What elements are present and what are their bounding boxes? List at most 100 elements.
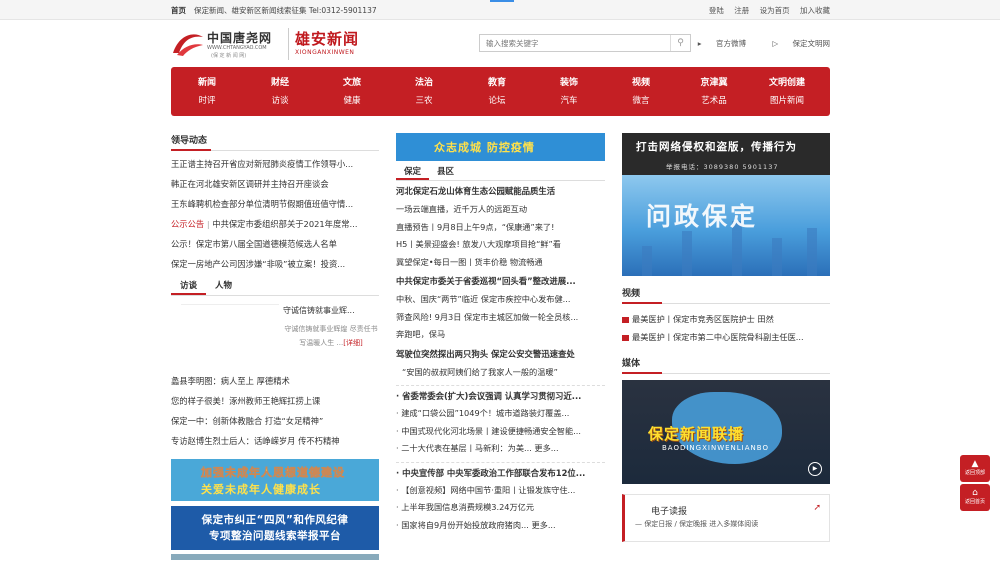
list-item[interactable]: 公示！保定市第八届全国道德模范候选人名单	[171, 234, 379, 254]
leaders-title: 领导动态	[171, 133, 379, 151]
nav-item-agri[interactable]: 三农	[394, 92, 454, 110]
list-item[interactable]: 您的样子很美！涿州教师王艳辉扛捞上课	[171, 391, 379, 411]
nav-item-civility[interactable]: 文明创建	[757, 74, 817, 92]
topbar-notice: 保定新闻、雄安新区新闻线索征集 Tel:0312-5901137	[194, 6, 377, 15]
list-item[interactable]: 最美医护丨保定市竞秀区医院护士 田然	[622, 310, 830, 328]
epaper-sub: — 保定日报 / 保定晚报 进入多媒体阅读	[635, 520, 759, 528]
lianbo-title: 保定新闻联播	[648, 425, 745, 443]
nav-item-art[interactable]: 艺术品	[684, 92, 744, 110]
nav-item-culture[interactable]: 文旅	[322, 74, 382, 92]
list-item[interactable]: 王东峰聘机检查部分单位清明节假期值班值守情...	[171, 194, 379, 214]
nav-item-news[interactable]: 新闻	[177, 74, 237, 92]
logo-url: WWW.CHTANGYAO.COM	[207, 45, 267, 51]
nav-col-3: 文旅 健康	[322, 67, 382, 110]
nav-item-jingjinji[interactable]: 京津冀	[684, 74, 744, 92]
pin-icon: ➚	[813, 503, 821, 513]
list-item[interactable]: 王正谱主持召开省应对新冠肺炎疫情工作领导小...	[171, 154, 379, 174]
list-item[interactable]: · 国家将自9月份开始投放政府猪肉... 更多...	[396, 517, 605, 535]
list-item[interactable]: 最美医护丨保定市第二中心医院骨科副主任医...	[622, 328, 830, 346]
interview-detail-link[interactable]: [详细]	[343, 339, 362, 347]
megaphone-icon: ▸	[697, 39, 704, 48]
headline[interactable]: 中共保定市委关于省委巡视“回头看”整改进展...	[396, 271, 605, 291]
nav-item-weiyan[interactable]: 微言	[611, 92, 671, 110]
headline[interactable]: · 省委常委会(扩大)会议强调 认真学习贯彻习近...	[396, 385, 605, 405]
add-favorite-link[interactable]: 加入收藏	[800, 6, 830, 15]
arrow-up-icon: ▲	[971, 459, 979, 469]
nav-item-commentary[interactable]: 时评	[177, 92, 237, 110]
tab-people[interactable]: 人物	[206, 277, 241, 295]
nav-item-health[interactable]: 健康	[322, 92, 382, 110]
search-box: ⚲	[479, 34, 691, 52]
back-to-top-button[interactable]: ▲ 返回顶部	[960, 455, 990, 482]
home-link[interactable]: 首页	[171, 6, 186, 15]
top-bar: 首页 保定新闻、雄安新区新闻线索征集 Tel:0312-5901137 登陆 注册…	[0, 0, 1000, 20]
list-item[interactable]: 韩正在河北雄安新区调研并主持召开座谈会	[171, 174, 379, 194]
youth-banner-line2: 关爱未成年人健康成长	[201, 483, 321, 496]
headline[interactable]: · 中央宣传部 中央军委政治工作部联合发布12位...	[396, 461, 605, 482]
search-input[interactable]	[480, 35, 665, 51]
nav-item-finance[interactable]: 财经	[250, 74, 310, 92]
interview-title[interactable]: 守诚信铸就事业辉...	[283, 304, 379, 318]
list-item[interactable]: 公示公告 | 中共保定市委组织部关于2021年度常...	[171, 214, 379, 234]
list-item[interactable]: · 上半年我国信息消费规模3.24万亿元	[396, 499, 605, 517]
list-item[interactable]: · 中国式现代化河北场景丨建设便捷畅通安全智能...	[396, 423, 605, 441]
home-icon: ⌂	[972, 488, 978, 498]
headline[interactable]: 驾驶位突然探出两只狗头 保定公安交警迅速查处	[396, 344, 605, 364]
list-item[interactable]: 冀望保定•每日一图丨货丰价稳 物流畅通	[396, 254, 605, 272]
set-homepage-link[interactable]: 设为首页	[760, 6, 790, 15]
list-item[interactable]: 专访赵博生烈士后人：话峥嵘岁月 传不朽精神	[171, 431, 379, 451]
list-item[interactable]: 直播预告丨9月8日上午9点，“保康通”来了!	[396, 219, 605, 237]
register-link[interactable]: 注册	[734, 6, 749, 15]
epidemic-banner[interactable]: 众志成城 防控疫情	[396, 133, 605, 161]
weibo-link[interactable]: ▸ 官方微博	[686, 39, 746, 48]
nav-item-video[interactable]: 视频	[611, 74, 671, 92]
back-home-button[interactable]: ⌂ 返回首页	[960, 484, 990, 511]
civility-label: 保定文明网	[792, 39, 831, 48]
middle-column: 众志成城 防控疫情 保定 县区 河北保定石龙山体育生态公园赋能品质生活 一场云端…	[396, 133, 605, 534]
video-list: 最美医护丨保定市竞秀区医院护士 田然 最美医护丨保定市第二中心医院骨科副主任医.…	[622, 310, 830, 346]
youth-banner[interactable]: 加强未成年人思想道德建设 关爱未成年人健康成长	[171, 459, 379, 501]
news-list: 河北保定石龙山体育生态公园赋能品质生活 一场云端直播，近千万人的远距互动 直播预…	[396, 181, 605, 534]
list-item[interactable]: · 建成“口袋公园”1049个！城市道路装灯覆盖...	[396, 405, 605, 423]
headline[interactable]: 河北保定石龙山体育生态公园赋能品质生活	[396, 181, 605, 201]
login-link[interactable]: 登陆	[709, 6, 724, 15]
list-item[interactable]: “安国的叔叔阿姨们给了我家人一般的温暖”	[396, 364, 605, 382]
nav-item-decor[interactable]: 装饰	[539, 74, 599, 92]
civility-link[interactable]: ▷ 保定文明网	[760, 39, 830, 48]
nav-item-auto[interactable]: 汽车	[539, 92, 599, 110]
tab-baoding[interactable]: 保定	[396, 164, 430, 180]
nav-item-law[interactable]: 法治	[394, 74, 454, 92]
people-list: 蠡县李明图：病人至上 厚德精术 您的样子很美！涿州教师王艳辉扛捞上课 保定一中：…	[171, 371, 379, 451]
xiongan-logo[interactable]: 雄安新闻 XIONGANXINWEN	[288, 28, 359, 60]
nav-item-interview[interactable]: 访谈	[250, 92, 310, 110]
anti-piracy-banner[interactable]: 打击网络侵权和盗版，传播行为 举报电话：3089380 5901137	[622, 133, 830, 175]
nav-item-photo-news[interactable]: 图片新闻	[757, 92, 817, 110]
anti-piracy-title: 打击网络侵权和盗版，传播行为	[636, 141, 797, 153]
notice-first: 中共保定市委组织部关于2021年度常...	[212, 219, 358, 229]
list-item[interactable]: 蠡县李明图：病人至上 厚德精术	[171, 371, 379, 391]
nav-item-education[interactable]: 教育	[467, 74, 527, 92]
list-item[interactable]: · 【创意视频】网络中国节·重阳丨让锻发族守住...	[396, 482, 605, 500]
tab-county[interactable]: 县区	[429, 164, 462, 180]
list-item[interactable]: 筛查风险! 9月3日 保定市主城区加做一轮全员核...	[396, 309, 605, 327]
list-item[interactable]: 一场云端直播，近千万人的远距互动	[396, 201, 605, 219]
list-item[interactable]: 保定一中：创新体教融合 打造“女足精神”	[171, 411, 379, 431]
nav-col-4: 法治 三农	[394, 67, 454, 110]
list-item[interactable]: H5丨美景迎盛会! 旅发八大观摩项目抢“鲜”看	[396, 236, 605, 254]
wenzheng-banner[interactable]: 问政保定	[622, 175, 830, 276]
epaper-box[interactable]: 电子读报 — 保定日报 / 保定晚报 进入多媒体阅读 ➚	[622, 494, 830, 542]
list-item[interactable]: · 二十大代表在基层丨马新利：为美... 更多...	[396, 440, 605, 458]
list-item[interactable]: 中秋、国庆“两节”临近 保定市疾控中心发布健...	[396, 291, 605, 309]
play-icon[interactable]: ▶	[808, 462, 822, 476]
nav-item-forum[interactable]: 论坛	[467, 92, 527, 110]
tab-interview[interactable]: 访谈	[171, 277, 207, 295]
xiongan-title: 雄安新闻	[295, 30, 360, 48]
site-logo[interactable]: 中国唐尧网 WWW.CHTANGYAO.COM (保 定 新 闻 网)	[171, 27, 281, 61]
list-item[interactable]: 奔跑吧，保马	[396, 326, 605, 344]
bottom-banner[interactable]	[171, 554, 379, 560]
report-platform-banner[interactable]: 保定市纠正“四风”和作风纪律 专项整治问题线索举报平台	[171, 506, 379, 550]
lianbo-banner[interactable]: 保定新闻联播 BAODINGXINWENLIANBO ▶	[622, 380, 830, 484]
list-item[interactable]: 保定一房地产公司因涉嫌“非吸”被立案！投资...	[171, 254, 379, 274]
video-title: 视频	[622, 286, 830, 304]
interview-image[interactable]	[181, 304, 279, 364]
